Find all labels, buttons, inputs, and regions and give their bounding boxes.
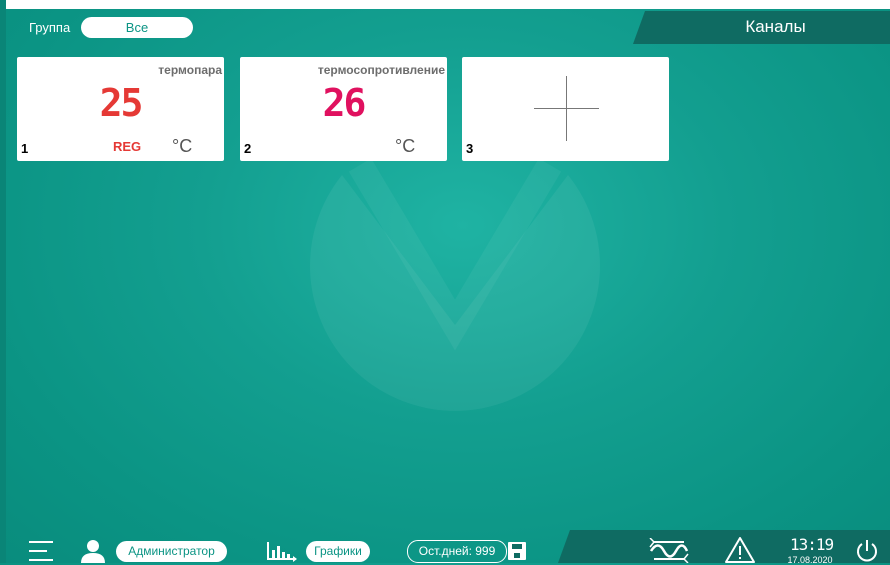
chart-icon[interactable]: [266, 540, 298, 562]
clock-time: 13:19: [790, 535, 834, 554]
charts-button[interactable]: Графики: [306, 541, 370, 562]
channel-mode: REG: [113, 139, 142, 154]
wave-icon[interactable]: [648, 538, 690, 563]
channel-index: 3: [466, 141, 474, 156]
top-edge: [0, 0, 890, 9]
clock-date: 17.08.2020: [787, 555, 833, 565]
menu-icon[interactable]: [29, 540, 53, 563]
channel-unit: °C: [395, 136, 416, 156]
channel-value: 26: [322, 81, 367, 125]
save-icon[interactable]: [508, 542, 526, 560]
channel-unit: °C: [172, 136, 193, 156]
user-role-button[interactable]: Администратор: [116, 541, 227, 562]
page-title: Каналы: [745, 17, 806, 36]
channel-tile-1[interactable]: термопара 25 1 REG °C: [17, 57, 224, 161]
add-channel-icon-vertical: [566, 76, 567, 141]
alarm-icon[interactable]: [724, 536, 756, 563]
group-select[interactable]: Все: [81, 17, 193, 38]
channel-tile-3[interactable]: 3: [462, 57, 669, 161]
user-icon: [81, 540, 105, 563]
power-icon[interactable]: [854, 538, 880, 563]
group-label: Группа: [29, 20, 71, 35]
left-edge: [0, 0, 6, 563]
channel-index: 1: [21, 141, 29, 156]
channel-value: 25: [99, 81, 144, 125]
channel-sensor-type: термопара: [158, 63, 222, 77]
channel-index: 2: [244, 141, 252, 156]
days-left-indicator: Ост.дней: 999: [407, 540, 507, 563]
channel-tile-2[interactable]: термосопротивление 26 2 °C: [240, 57, 447, 161]
channel-sensor-type: термосопротивление: [317, 63, 445, 77]
